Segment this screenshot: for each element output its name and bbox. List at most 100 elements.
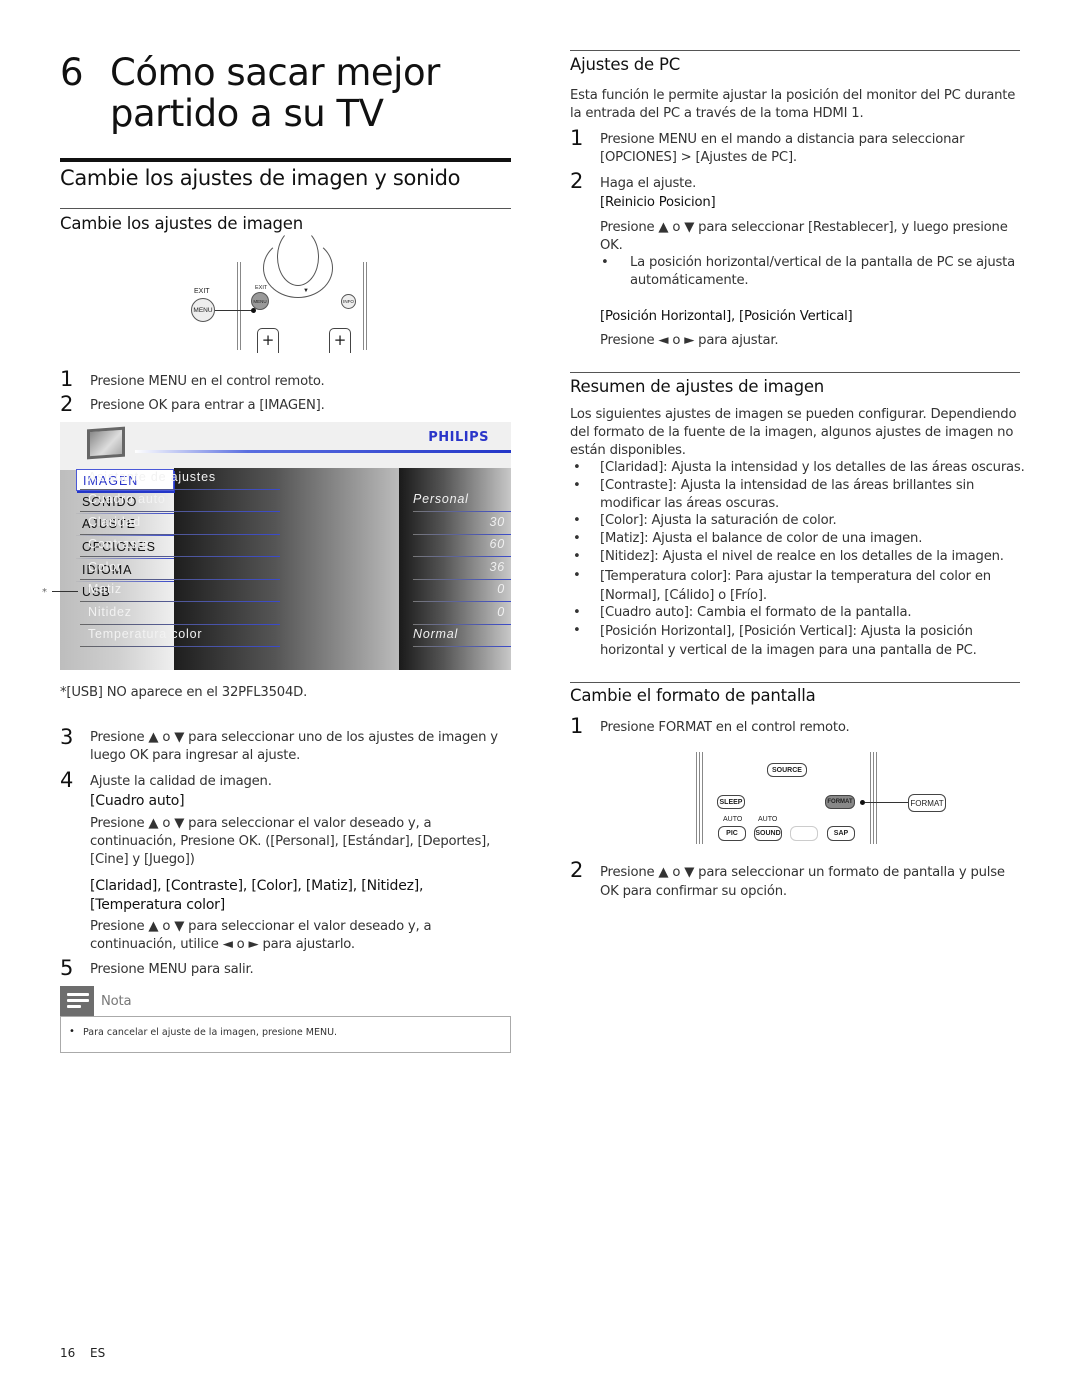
format-title: Cambie el formato de pantalla (570, 686, 816, 705)
setting-nitidez[interactable]: Nitidez (80, 603, 280, 625)
list-item: • [Contraste]: Ajusta la intensidad de la… (573, 478, 975, 511)
step-text: Ajuste la calidad de imagen. (90, 774, 272, 789)
section-divider (570, 50, 1020, 51)
step-number: 2 (570, 858, 584, 882)
setting-contraste[interactable]: Contraste (80, 535, 280, 557)
ok-button-outline (277, 228, 319, 286)
brand-logo: PHILIPS (428, 430, 489, 445)
section-divider (60, 158, 511, 162)
step-text: Presione FORMAT en el control remoto. (600, 720, 850, 735)
menu-button: MENU (251, 292, 269, 310)
bullet-text: La posición horizontal/vertical de la pa… (630, 255, 1016, 288)
pc-settings-title: Ajustes de PC (570, 55, 681, 74)
summary-title: Resumen de ajustes de imagen (570, 377, 825, 396)
option-text: Presione ▲ o ▼ para seleccionar el valor… (90, 816, 491, 867)
source-button: SOURCE (767, 763, 807, 777)
note-text: Para cancelar el ajuste de la imagen, pr… (83, 1027, 338, 1038)
note-box: • Para cancelar el ajuste de la imagen, … (60, 1016, 511, 1053)
chapter-number: 6 (60, 51, 84, 94)
exit-label-small: EXIT (255, 285, 268, 291)
option-text: Presione ▲ o ▼ para seleccionar el valor… (90, 919, 432, 952)
value-nitidez: 0 (413, 603, 511, 625)
step-number: 1 (570, 714, 584, 738)
step-number: 2 (570, 169, 584, 193)
callout-line (215, 310, 253, 311)
value-cuadro-auto: Personal (413, 490, 511, 512)
section-title: Cambie los ajustes de imagen y sonido (60, 166, 461, 190)
usb-footnote-marker: * (42, 587, 47, 598)
callout-line (865, 802, 908, 803)
step-text: Presione MENU en el mando a distancia pa… (600, 132, 965, 165)
remote-menu-illustration: ▼ EXIT MENU EXIT MENU INFO + + (185, 228, 375, 353)
usb-marker-line (52, 591, 78, 592)
tv-icon (87, 426, 125, 460)
option-label: [Cuadro auto] (90, 793, 185, 809)
sound-button: SOUND (754, 826, 782, 841)
step-text: Haga el ajuste. (600, 176, 697, 191)
channel-plus-button: + (329, 328, 351, 353)
list-item: • [Cuadro auto]: Cambia el formato de la … (573, 605, 912, 620)
setting-matiz[interactable]: Matiz (80, 580, 280, 602)
bullet: • (601, 255, 609, 270)
step-text: Presione MENU para salir. (90, 962, 254, 977)
summary-list: • [Claridad]: Ajusta la intensidad y los … (570, 459, 1025, 659)
step-number: 4 (60, 768, 74, 792)
setting-temperatura-color[interactable]: Temperatura color (80, 625, 280, 647)
section-divider (570, 372, 1020, 373)
auto-label: AUTO (758, 816, 778, 823)
format-button: FORMAT (825, 795, 855, 809)
setting-asistente[interactable]: Asistante de ajustes (80, 468, 280, 490)
note-icon (60, 986, 94, 1016)
step-number: 2 (60, 392, 74, 416)
list-item: • [Posición Horizontal], [Posición Vertic… (573, 623, 977, 658)
step-number: 1 (60, 367, 74, 391)
value-temperatura-color: Normal (413, 625, 511, 647)
pic-button: PIC (718, 826, 746, 841)
volume-plus-button: + (257, 328, 279, 353)
language-code: ES (90, 1346, 106, 1360)
list-item: • [Matiz]: Ajusta el balance de color de … (573, 531, 923, 546)
format-button-callout: FORMAT (908, 794, 946, 812)
summary-intro: Los siguientes ajustes de imagen se pued… (570, 407, 1017, 458)
step-number: 5 (60, 956, 74, 980)
header-rule (135, 450, 511, 453)
auto-label: AUTO (723, 816, 743, 823)
remote-format-illustration: SOURCE SLEEP FORMAT FORMAT AUTO AUTO PIC… (690, 750, 950, 845)
info-button: INFO (341, 294, 356, 309)
value-color: 36 (413, 558, 511, 580)
setting-claridad[interactable]: Claridad (80, 513, 280, 535)
down-arrow-icon: ▼ (303, 288, 309, 294)
exit-label: EXIT (194, 288, 210, 295)
step-number: 3 (60, 725, 74, 749)
sap-button: SAP (827, 826, 855, 841)
step-text: Presione MENU en el control remoto. (90, 374, 325, 389)
option-label: [Claridad], [Contraste], [Color], [Matiz… (90, 878, 424, 913)
list-item: • [Claridad]: Ajusta la intensidad y los … (573, 460, 1025, 475)
option-text: Presione ▲ o ▼ para seleccionar [Restabl… (600, 220, 1008, 253)
pc-intro: Esta función le permite ajustar la posic… (570, 88, 1016, 121)
step-text: Presione OK para entrar a [IMAGEN]. (90, 398, 325, 413)
subsection-divider (60, 208, 511, 209)
option-label: [Reinicio Posicion] (600, 195, 716, 210)
tv-picture-menu: PHILIPS IMAGEN SONIDO AJUSTE OPCIONES ID… (60, 422, 511, 670)
setting-color[interactable]: Color (80, 558, 280, 580)
option-label: [Posición Horizontal], [Posición Vertica… (600, 309, 853, 324)
step-text: Presione ▲ o ▼ para seleccionar uno de l… (90, 730, 498, 763)
option-text: Presione ◄ o ► para ajustar. (600, 333, 779, 348)
bullet: • (69, 1026, 75, 1037)
blank-button (790, 826, 818, 841)
list-item: • [Temperatura color]: Para ajustar la te… (573, 568, 991, 603)
list-item: • [Color]: Ajusta la saturación de color. (573, 513, 837, 528)
list-item: • [Nitidez]: Ajusta el nivel de realce en… (573, 549, 1004, 564)
note-title: Nota (101, 994, 132, 1009)
setting-cuadro-auto[interactable]: Cuadro auto (80, 490, 280, 512)
usb-footnote: *[USB] NO aparece en el 32PFL3504D. (60, 685, 308, 700)
sleep-button: SLEEP (717, 795, 745, 809)
value-claridad: 30 (413, 513, 511, 535)
value-contraste: 60 (413, 535, 511, 557)
menu-button-callout: MENU (191, 298, 215, 322)
page-number: 16 (60, 1346, 76, 1360)
subsection-title: Cambie los ajustes de imagen (60, 214, 304, 233)
value-matiz: 0 (413, 580, 511, 602)
step-number: 1 (570, 126, 584, 150)
